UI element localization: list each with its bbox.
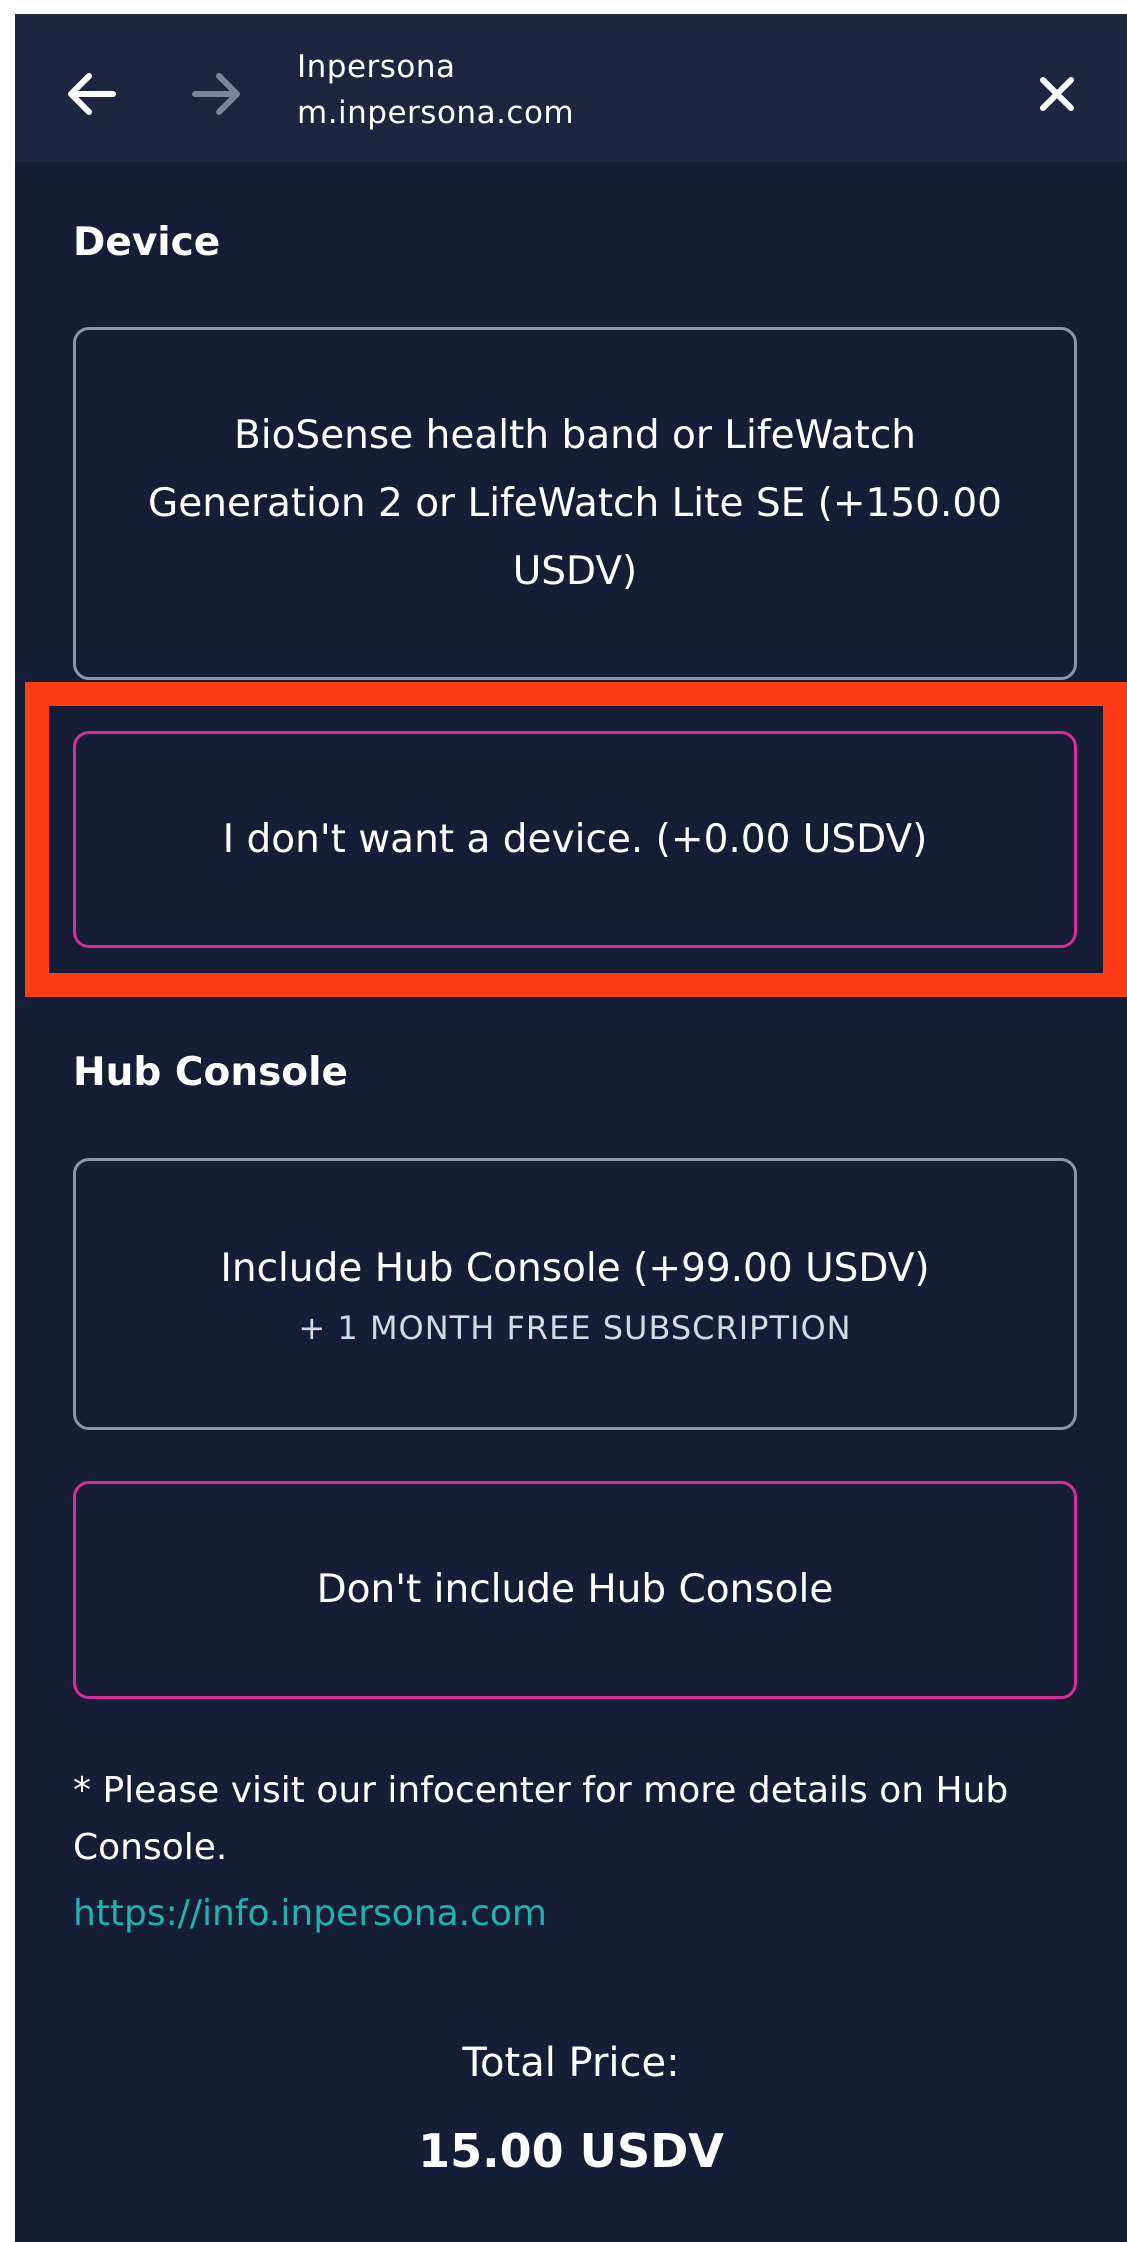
device-option-none[interactable]: I don't want a device. (+0.00 USDV) [73, 731, 1077, 948]
hub-section-label: Hub Console [73, 1050, 348, 1095]
device-section-label: Device [73, 220, 221, 265]
forward-arrow-icon[interactable] [177, 54, 257, 134]
page-title-block: Inpersona m.inpersona.com [297, 44, 574, 136]
browser-toolbar: Inpersona m.inpersona.com [15, 14, 1127, 162]
hub-option-include-label: Include Hub Console (+99.00 USDV) [220, 1246, 930, 1291]
device-option-band[interactable]: BioSense health band or LifeWatch Genera… [73, 327, 1077, 680]
hub-option-include-sublabel: + 1 MONTH FREE SUBSCRIPTION [298, 1309, 852, 1347]
checkout-screen: Inpersona m.inpersona.com Device BioSens… [15, 14, 1127, 2242]
site-url: m.inpersona.com [297, 95, 575, 131]
hub-option-include[interactable]: Include Hub Console (+99.00 USDV) + 1 MO… [73, 1158, 1077, 1430]
infocenter-link[interactable]: https://info.inpersona.com [73, 1885, 547, 1942]
hub-option-exclude-label: Don't include Hub Console [316, 1567, 834, 1612]
back-arrow-icon[interactable] [51, 54, 131, 134]
hub-info-note: * Please visit our infocenter for more d… [73, 1770, 1009, 1868]
site-name: Inpersona [297, 49, 456, 85]
total-price-label: Total Price: [462, 2040, 680, 2086]
close-icon[interactable] [1017, 54, 1097, 134]
device-option-none-label: I don't want a device. (+0.00 USDV) [222, 816, 928, 862]
hub-option-exclude[interactable]: Don't include Hub Console [73, 1481, 1077, 1699]
total-price-value: 15.00 USDV [418, 2124, 724, 2178]
device-option-band-label: BioSense health band or LifeWatch Genera… [148, 412, 1002, 594]
